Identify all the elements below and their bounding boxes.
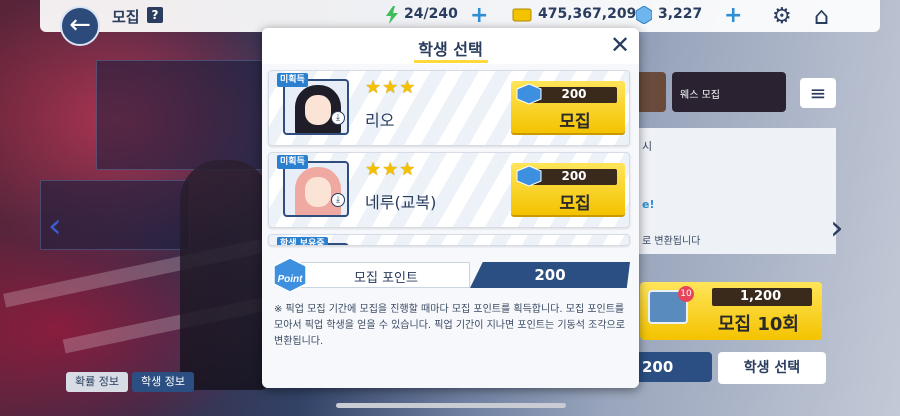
download-icon: ⤓ [331, 111, 345, 125]
ap-plus-button[interactable]: + [470, 3, 488, 28]
banner-info-panel: 시 e! 로 변환됩니다 [638, 128, 836, 254]
student-portrait [283, 161, 349, 217]
point-icon [516, 165, 542, 187]
banner-thumb[interactable] [636, 72, 666, 112]
next-banner-arrow[interactable]: › [830, 208, 844, 248]
student-card[interactable]: 학생 보유중 ⤓ 히나코(수영복)와 [268, 234, 630, 246]
pyroxene-value: 3,227 [658, 6, 703, 22]
rarity-stars: ★★★ [365, 77, 417, 98]
help-icon[interactable]: ? [147, 7, 163, 23]
page-title: 모집 [112, 8, 140, 26]
ten-cost-value: 1,200 [740, 289, 782, 304]
scene-console [40, 180, 190, 250]
recruit-button[interactable]: 200 모집 [511, 163, 625, 215]
recruit-10-button[interactable]: 10 1,200 모집 10회 [640, 282, 822, 340]
banner-thumb-active[interactable]: 웨스 모집 [672, 72, 786, 112]
pyroxene-icon [636, 6, 652, 24]
ticket-count-badge: 10 [678, 286, 694, 302]
ownership-badge: 미획득 [277, 73, 308, 87]
pyroxene-plus-button[interactable]: + [724, 3, 742, 28]
recruit-cost: 200 [561, 169, 587, 183]
ap-bolt-icon [386, 6, 398, 24]
home-icon[interactable]: ⌂ [814, 2, 829, 30]
scene-console [96, 60, 276, 170]
recruit-label: 모집 [559, 194, 591, 214]
point-icon [516, 83, 542, 105]
ten-recruit-label: 모집 10회 [718, 314, 799, 335]
student-card[interactable]: 미획득 ⤓ ★★★ 리오 200 모집 [268, 70, 630, 146]
recruit-points-row: 모집 포인트 200 Point [273, 257, 630, 293]
recruit-label: 모집 [559, 112, 591, 132]
points-label-box: 모집 포인트 [300, 262, 470, 288]
scene-student-silhouette [180, 160, 270, 390]
student-portrait [283, 79, 349, 135]
point-icon: Point [273, 257, 307, 293]
student-select-button[interactable]: 학생 선택 [718, 352, 826, 384]
menu-icon[interactable]: ≡ [800, 78, 836, 108]
banner-thumb-label: 웨스 모집 [680, 90, 720, 101]
modal-title: 학생 선택 [418, 40, 483, 59]
back-button[interactable]: ← [60, 6, 100, 46]
point-icon-label: Point [278, 274, 304, 285]
bottom-points-value: 200 [636, 352, 712, 382]
student-select-modal: 학생 선택 ✕ 미획득 ⤓ ★★★ 리오 200 모집 미획득 ⤓ ★★★ 네루… [262, 28, 639, 388]
recruit-button[interactable]: 200 모집 [511, 81, 625, 133]
close-icon[interactable]: ✕ [610, 31, 630, 59]
tab-probability-info[interactable]: 확률 정보 [66, 372, 128, 392]
banner-info-text: 시 [642, 140, 653, 153]
download-icon: ⤓ [331, 193, 345, 207]
ownership-badge: 미획득 [277, 155, 308, 169]
points-note: ※ 픽업 모집 기간에 모집을 진행할 때마다 모집 포인트를 획득합니다. 모… [274, 304, 625, 347]
recruit-button[interactable] [511, 245, 625, 246]
student-name: 리오 [365, 111, 395, 130]
points-value: 200 [534, 266, 566, 284]
modal-header: 학생 선택 ✕ [262, 28, 639, 64]
gear-icon[interactable]: ⚙ [772, 4, 792, 29]
ap-value: 24/240 [404, 6, 458, 22]
student-name: 네루(교복) [365, 193, 437, 212]
student-card[interactable]: 미획득 ⤓ ★★★ 네루(교복) 200 모집 [268, 152, 630, 228]
recruit-cost: 200 [561, 87, 587, 101]
banner-info-highlight: e! [642, 198, 655, 211]
points-label: 모집 포인트 [354, 271, 418, 286]
tab-student-info[interactable]: 학생 정보 [132, 372, 194, 392]
banner-info-note: 로 변환됩니다 [642, 236, 701, 247]
portrait-face [305, 177, 331, 207]
prev-banner-arrow[interactable]: ‹ [48, 206, 62, 246]
credit-value: 475,367,209 [538, 6, 637, 22]
home-indicator [336, 403, 566, 408]
credit-icon [512, 8, 532, 22]
rarity-stars: ★★★ [365, 159, 417, 180]
ownership-badge: 학생 보유중 [277, 237, 328, 245]
title-underline [414, 60, 488, 63]
portrait-face [305, 95, 331, 125]
